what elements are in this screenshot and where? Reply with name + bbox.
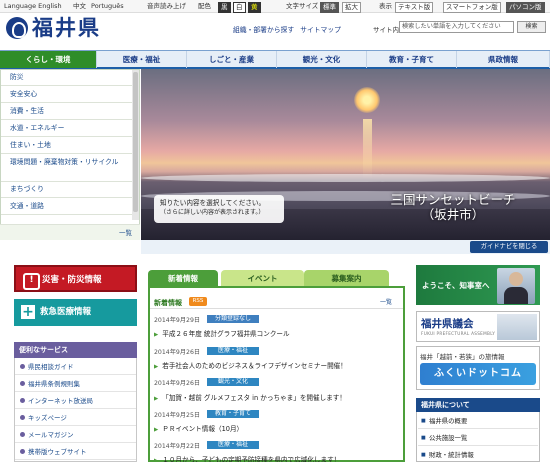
- news-category-badge: 観光・文化: [207, 378, 259, 386]
- wave: [141, 174, 550, 182]
- prefecture-emblem-icon[interactable]: [6, 17, 28, 39]
- service-broadcast-link[interactable]: インターネット放送局: [15, 393, 136, 409]
- submenu-scroll-thumb[interactable]: [133, 72, 138, 212]
- nav-tab-education[interactable]: 教育・子育て: [367, 51, 457, 68]
- header-links: 組織・部署から探す サイトマップ: [233, 24, 347, 34]
- hero-caption-title: 三国サンセットビーチ: [390, 192, 516, 207]
- guide-tooltip: 知りたい内容を選択してください。 （さらに詳しい内容が表示されます。）: [154, 195, 284, 223]
- submenu-item-environment[interactable]: 環境問題・廃棄物対策・リサイクル: [1, 155, 135, 182]
- tooltip-line2: （さらに詳しい内容が表示されます。）: [160, 209, 265, 216]
- assembly-building-image: [497, 314, 537, 340]
- language-english-link[interactable]: Language English: [4, 2, 62, 11]
- tooltip-line1: 知りたい内容を選択してください。: [160, 199, 266, 207]
- submenu-item-water-energy[interactable]: 水道・エネルギー: [1, 121, 135, 137]
- about-heading: 福井県について: [416, 398, 540, 412]
- news-category-badge: 分類登録なし: [207, 315, 259, 323]
- disaster-info-button[interactable]: 災害・防災情報: [14, 265, 137, 292]
- about-statistics-link[interactable]: 財政・統計情報: [418, 448, 538, 462]
- hero-caption-location: （坂井市）: [421, 207, 485, 222]
- display-label: 表示: [379, 2, 392, 10]
- language-portuguese-link[interactable]: Português: [91, 2, 124, 11]
- utility-bar: Language English 中文 Português 音声読み上げ 配色 …: [0, 0, 550, 13]
- textsize-large-button[interactable]: 拡大: [342, 2, 361, 13]
- services-heading: 便利なサービス: [14, 342, 137, 358]
- close-guide-button[interactable]: ガイドナビを閉じる: [470, 241, 548, 253]
- site-logo-text[interactable]: 福井県: [32, 15, 101, 41]
- service-mailmag-link[interactable]: メールマガジン: [15, 427, 136, 443]
- divider: [150, 308, 403, 309]
- about-overview-link[interactable]: 福井県の概要: [418, 414, 538, 429]
- emergency-medical-button[interactable]: 救急医療情報: [14, 299, 137, 326]
- assembly-subtitle: FUKUI PREFECTURAL ASSEMBLY: [421, 331, 496, 336]
- assembly-title: 福井県議会: [421, 318, 474, 330]
- submenu-panel: 防災 安全安心 消費・生活 水道・エネルギー 住まい・土地 環境問題・廃棄物対策…: [0, 69, 140, 240]
- color-white-button[interactable]: 白: [233, 2, 246, 13]
- submenu-more-link[interactable]: 一覧: [0, 224, 140, 240]
- color-black-button[interactable]: 黒: [218, 2, 231, 13]
- news-more-link[interactable]: 一覧: [380, 297, 392, 306]
- nav-tab-living[interactable]: くらし・環境: [0, 51, 97, 68]
- news-title-link[interactable]: 平成２６年度 統計グラフ福井県コンクール: [154, 328, 289, 338]
- nav-tab-work[interactable]: しごと・産業: [187, 51, 277, 68]
- news-title-link[interactable]: 「加賀・越前 グルメフェスタ in かっちゃま」を開催します！: [154, 392, 346, 402]
- global-nav: くらし・環境 医療・福祉 しごと・産業 観光・文化 教育・子育て 県政情報: [0, 50, 550, 69]
- display-text-button[interactable]: テキスト版: [395, 2, 434, 13]
- display-smartphone-button[interactable]: スマートフォン版: [443, 2, 501, 13]
- color-yellow-button[interactable]: 黄: [248, 2, 261, 13]
- news-date: 2014年9月25日: [154, 412, 201, 419]
- news-title-link[interactable]: １０月から、子どもの定期予防接種を県内で広域化します！: [154, 454, 340, 462]
- news-heading: 新着情報: [154, 299, 182, 307]
- service-kids-link[interactable]: キッズページ: [15, 410, 136, 426]
- news-title-link[interactable]: 若手社会人のためのビジネス＆ライフデザインセミナー開催！: [154, 360, 347, 370]
- sitemap-link[interactable]: サイトマップ: [300, 26, 341, 34]
- news-date: 2014年9月26日: [154, 349, 201, 356]
- submenu-item-consumer[interactable]: 消費・生活: [1, 104, 135, 120]
- textsize-label: 文字サイズ: [286, 2, 319, 10]
- about-facilities-link[interactable]: 公共施設一覧: [418, 431, 538, 446]
- news-date: 2014年9月29日: [154, 317, 201, 324]
- submenu-item-housing[interactable]: 住まい・土地: [1, 138, 135, 154]
- submenu-item-traffic[interactable]: 交通・道路: [1, 199, 135, 215]
- news-title-link[interactable]: ＰＲイベント情報（10月）: [154, 423, 243, 433]
- news-category-badge: 医療・福祉: [207, 441, 259, 449]
- submenu-item-safety[interactable]: 安全安心: [1, 87, 135, 103]
- submenu-item-disaster-prevention[interactable]: 防災: [1, 70, 135, 86]
- nav-tab-tourism[interactable]: 観光・文化: [277, 51, 367, 68]
- fukui-tourism-subtitle: 福井「越前・若狭」の旅情報: [420, 353, 505, 361]
- color-label: 配色: [198, 2, 211, 10]
- sunset-sun: [354, 87, 380, 113]
- news-panel: [148, 286, 405, 462]
- news-category-badge: 医療・福祉: [207, 347, 259, 355]
- fukui-tourism-logo: ふくいドットコム: [420, 363, 536, 385]
- news-category-badge: 教育・子育て: [207, 410, 259, 418]
- service-ordinance-link[interactable]: 福井県条例規則集: [15, 376, 136, 392]
- service-mobile-link[interactable]: 携帯版ウェブサイト: [15, 444, 136, 460]
- governor-photo: [497, 268, 535, 304]
- search-input[interactable]: 検索したい単語を入力してください: [399, 21, 514, 33]
- news-date: 2014年9月26日: [154, 380, 201, 387]
- display-pc-button[interactable]: パソコン版: [506, 2, 545, 13]
- read-aloud-link[interactable]: 音声読み上げ: [147, 2, 186, 11]
- sun-reflection: [363, 119, 372, 179]
- language-chinese-link[interactable]: 中文: [73, 2, 86, 11]
- nav-tab-government[interactable]: 県政情報: [457, 51, 550, 68]
- service-consultation-link[interactable]: 県民相談ガイド: [15, 359, 136, 375]
- submenu-item-town-planning[interactable]: まちづくり: [1, 182, 135, 198]
- rss-icon[interactable]: RSS: [189, 297, 207, 306]
- search-button[interactable]: 検索: [517, 21, 546, 33]
- hero-caption: 三国サンセットビーチ （坂井市）: [383, 192, 523, 222]
- org-search-link[interactable]: 組織・部署から探す: [233, 26, 294, 34]
- nav-tab-medical[interactable]: 医療・福祉: [97, 51, 187, 68]
- textsize-standard-button[interactable]: 標準: [320, 2, 339, 13]
- news-date: 2014年9月22日: [154, 443, 201, 450]
